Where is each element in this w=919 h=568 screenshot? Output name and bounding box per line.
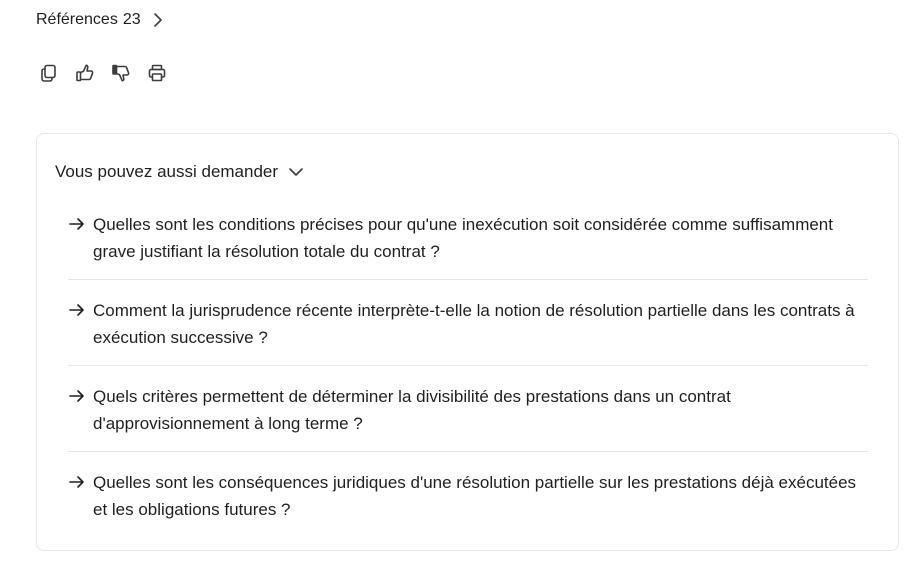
references-count: 23 bbox=[122, 11, 141, 28]
message-actions bbox=[38, 64, 168, 86]
thumbs-up-icon bbox=[75, 63, 95, 88]
arrow-right-icon bbox=[68, 387, 86, 405]
thumbs-down-button[interactable] bbox=[110, 64, 132, 86]
related-questions-toggle[interactable]: Vous pouvez aussi demander bbox=[55, 162, 304, 182]
arrow-right-icon bbox=[68, 301, 86, 319]
print-button[interactable] bbox=[146, 64, 168, 86]
related-question-text: Quelles sont les conditions précises pou… bbox=[93, 215, 833, 261]
references-link[interactable]: Références 23 bbox=[36, 8, 165, 32]
related-question-text: Quels critères permettent de déterminer … bbox=[93, 387, 731, 433]
related-question[interactable]: Comment la jurisprudence récente interpr… bbox=[68, 293, 868, 366]
thumbs-up-button[interactable] bbox=[74, 64, 96, 86]
related-questions-list: Quelles sont les conditions précises pou… bbox=[68, 207, 868, 537]
related-question[interactable]: Quels critères permettent de déterminer … bbox=[68, 379, 868, 452]
related-questions-title: Vous pouvez aussi demander bbox=[55, 162, 279, 181]
chevron-right-icon bbox=[151, 13, 165, 27]
references-label: Références bbox=[36, 11, 118, 28]
chevron-down-icon bbox=[288, 164, 304, 180]
copy-button[interactable] bbox=[38, 64, 60, 86]
related-question[interactable]: Quelles sont les conditions précises pou… bbox=[68, 207, 868, 280]
related-question-text: Quelles sont les conséquences juridiques… bbox=[93, 473, 857, 519]
related-question-text: Comment la jurisprudence récente interpr… bbox=[93, 301, 855, 347]
print-icon bbox=[147, 63, 167, 88]
related-question[interactable]: Quelles sont les conséquences juridiques… bbox=[68, 465, 868, 537]
arrow-right-icon bbox=[68, 215, 86, 233]
arrow-right-icon bbox=[68, 473, 86, 491]
thumbs-down-icon bbox=[111, 63, 131, 88]
copy-icon bbox=[39, 63, 59, 88]
related-questions-panel: Vous pouvez aussi demander Quelles sont … bbox=[36, 133, 899, 551]
